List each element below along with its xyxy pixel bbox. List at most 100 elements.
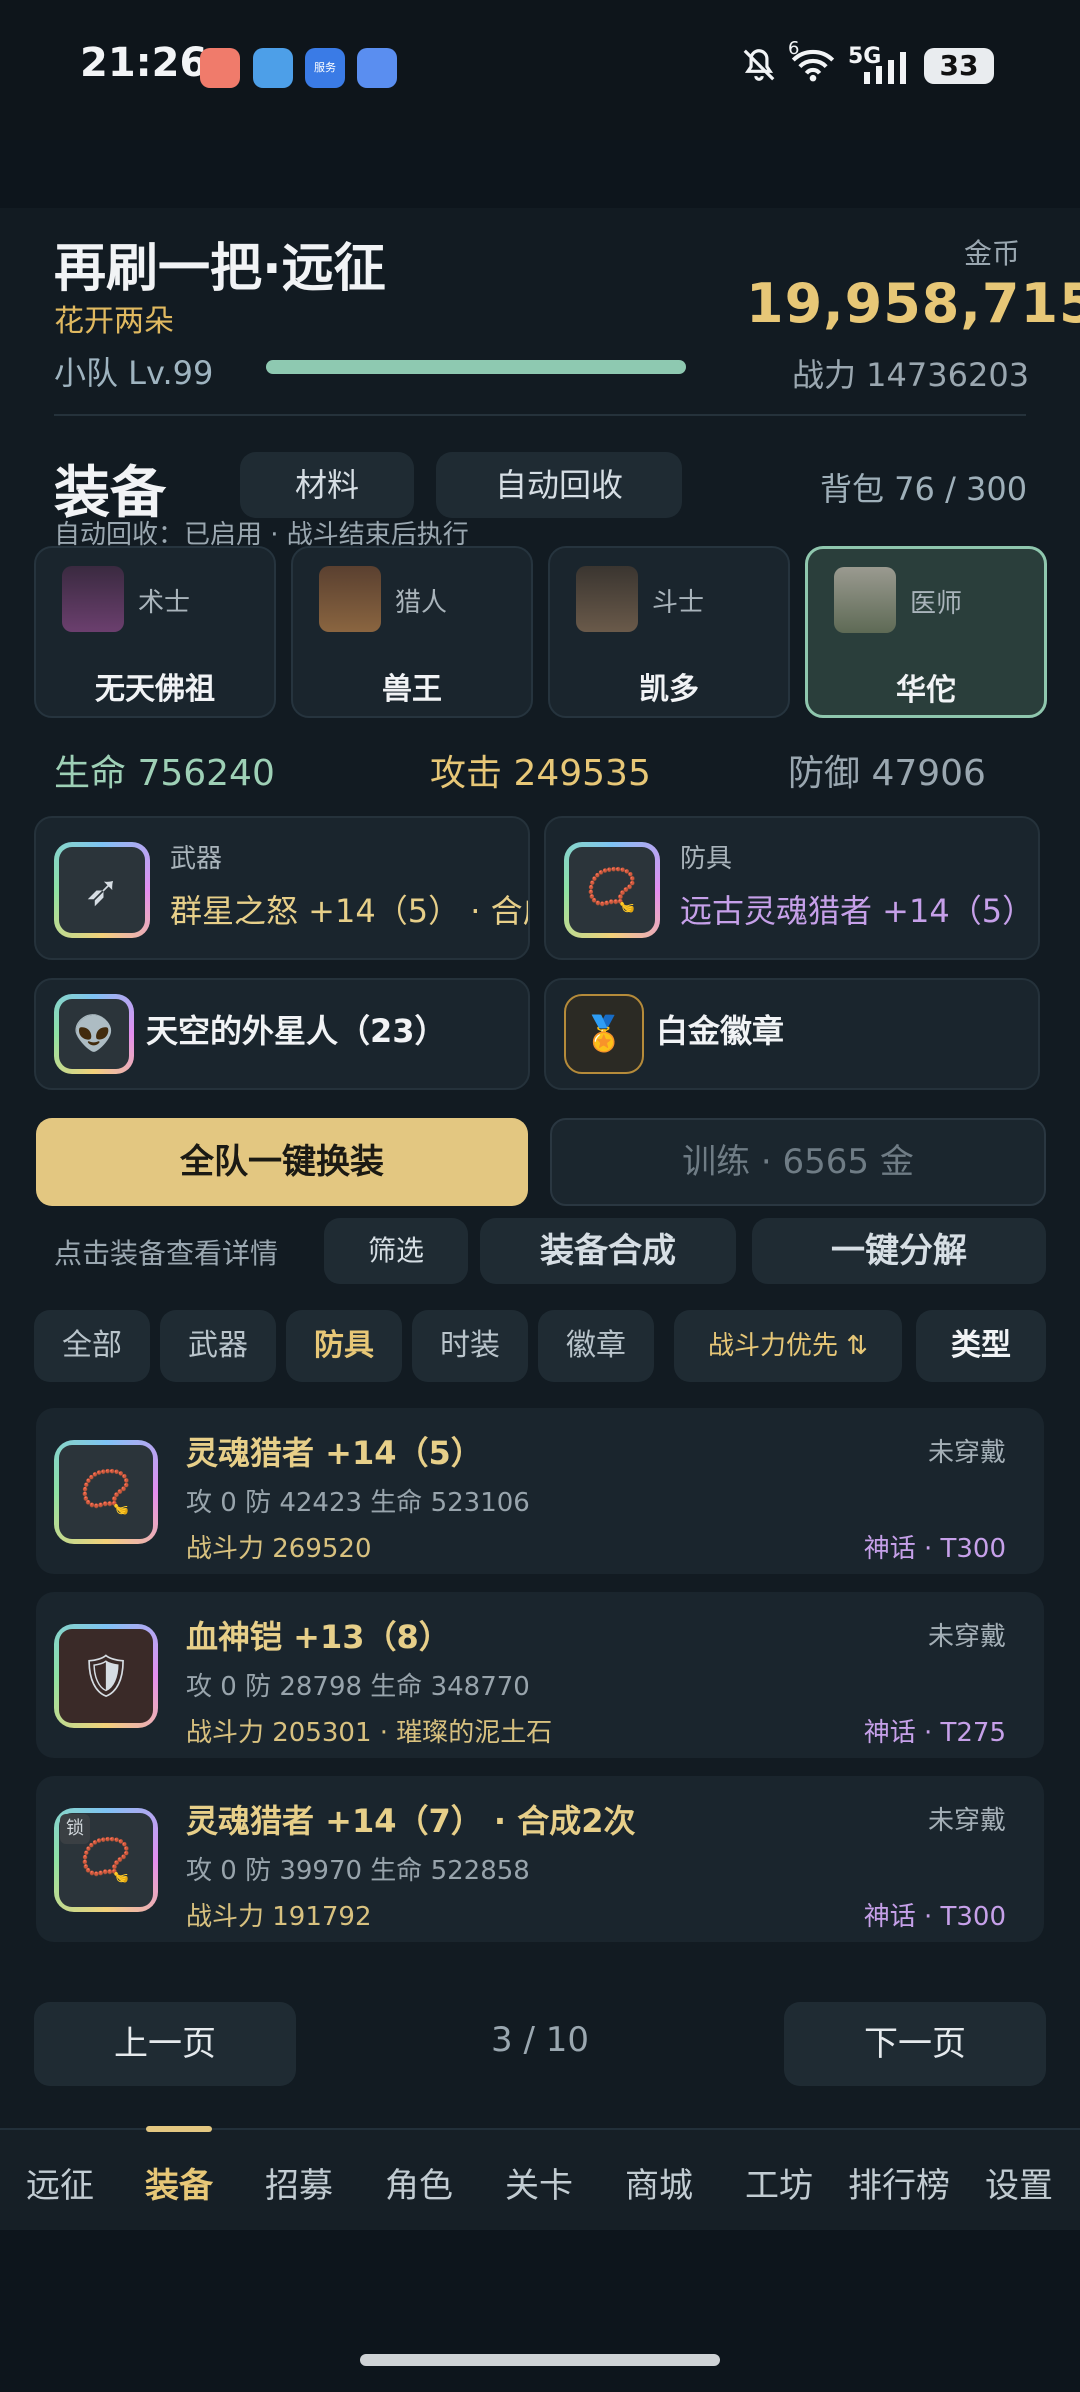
hero-card-2[interactable]: 猎人 兽王 [291, 546, 533, 718]
slot-armor[interactable]: 📿 防具 远古灵魂猎者 +14（5） [544, 816, 1040, 960]
chip-armor[interactable]: 防具 [286, 1310, 402, 1382]
xp-progress-bar [266, 360, 686, 374]
tab-materials[interactable]: 材料 [240, 452, 414, 518]
status-time: 21:26 [80, 40, 208, 86]
item-card[interactable]: 🛡 血神铠 +13（8） 攻 0 防 28798 生命 348770 战斗力 2… [36, 1592, 1044, 1758]
necklace-icon: 📿 [564, 842, 660, 938]
bag-capacity: 背包 76 / 300 [820, 470, 1028, 508]
chip-all[interactable]: 全部 [34, 1310, 150, 1382]
nav-recruit[interactable]: 招募 [239, 2158, 359, 2207]
slot-item-name: 天空的外星人（23） [146, 1012, 447, 1050]
nav-workshop[interactable]: 工坊 [719, 2158, 839, 2207]
item-name: 灵魂猎者 +14（7） · 合成2次 [186, 1802, 636, 1840]
gold-label: 金币 [964, 237, 1021, 270]
hero-name: 兽王 [382, 672, 442, 707]
slot-item-name: 白金徽章 [656, 1012, 785, 1050]
item-card[interactable]: 📿 灵魂猎者 +14（5） 攻 0 防 42423 生命 523106 战斗力 … [36, 1408, 1044, 1574]
armor-icon: 🛡 [54, 1624, 158, 1728]
battery-indicator: 33 [924, 48, 994, 84]
wifi-label: 6 [788, 38, 800, 59]
divider [54, 414, 1026, 416]
slot-badge[interactable]: 🏅 白金徽章 [544, 978, 1040, 1090]
chip-costume[interactable]: 时装 [412, 1310, 528, 1382]
nav-equipment[interactable]: 装备 [119, 2158, 239, 2207]
hero-name: 凯多 [639, 672, 699, 707]
chip-badge[interactable]: 徽章 [538, 1310, 654, 1382]
hero-card-1[interactable]: 术士 无天佛祖 [34, 546, 276, 718]
item-tier: 神话 · T275 [863, 1718, 1006, 1748]
mute-icon [740, 46, 778, 92]
weather-icon [253, 48, 293, 88]
hero-role: 术士 [138, 588, 191, 618]
nav-expedition[interactable]: 远征 [0, 2158, 120, 2207]
stat-attack: 攻击 249535 [430, 753, 651, 794]
item-status: 未穿戴 [927, 1622, 1006, 1652]
stat-defense: 防御 47906 [788, 753, 986, 794]
home-indicator[interactable] [360, 2354, 720, 2366]
item-stats: 攻 0 防 28798 生命 348770 [186, 1672, 530, 1702]
hero-name: 无天佛祖 [95, 672, 215, 707]
item-stats: 攻 0 防 42423 生命 523106 [186, 1488, 530, 1518]
equip-all-button[interactable]: 全队一键换装 [36, 1118, 528, 1206]
page-subtitle: 花开两朵 [54, 304, 174, 339]
item-card[interactable]: 📿 锁 灵魂猎者 +14（7） · 合成2次 攻 0 防 39970 生命 52… [36, 1776, 1044, 1942]
signal-icon [862, 52, 910, 92]
nav-settings[interactable]: 设置 [959, 2158, 1079, 2207]
item-name: 血神铠 +13（8） [186, 1618, 451, 1656]
team-level: 小队 Lv.99 [54, 354, 214, 392]
nav-stage[interactable]: 关卡 [479, 2158, 599, 2207]
train-button[interactable]: 训练 · 6565 金 [550, 1118, 1046, 1206]
nav-character[interactable]: 角色 [359, 2158, 479, 2207]
bow-icon: ➶ [54, 842, 150, 938]
item-power: 战斗力 205301 · 璀璨的泥土石 [186, 1718, 553, 1748]
chip-weapon[interactable]: 武器 [160, 1310, 276, 1382]
item-power: 战斗力 269520 [186, 1534, 372, 1564]
next-page-button[interactable]: 下一页 [784, 2002, 1046, 2086]
message-icon [357, 48, 397, 88]
sort-dropdown[interactable]: 战斗力优先 ⇅ [674, 1310, 902, 1382]
slot-weapon[interactable]: ➶ 武器 群星之怒 +14（5） · 合成 [34, 816, 530, 960]
slot-type: 武器 [170, 844, 223, 874]
medal-icon: 🏅 [564, 994, 644, 1074]
hero-avatar [576, 566, 638, 632]
slot-item-name: 群星之怒 +14（5） · 合成 [170, 892, 530, 930]
team-power: 战力 14736203 [792, 356, 1030, 394]
hero-avatar [834, 567, 896, 633]
nav-active-indicator [146, 2126, 212, 2132]
hero-name: 华佗 [896, 673, 956, 708]
stat-hp: 生命 756240 [54, 753, 275, 794]
item-status: 未穿戴 [927, 1806, 1006, 1836]
hero-card-3[interactable]: 斗士 凯多 [548, 546, 790, 718]
slot-type: 防具 [680, 844, 733, 874]
hero-avatar [319, 566, 381, 632]
filter-button[interactable]: 筛选 [324, 1218, 468, 1284]
item-power: 战斗力 191792 [186, 1902, 372, 1932]
hero-card-4[interactable]: 医师 华佗 [805, 546, 1047, 718]
hint-text: 点击装备查看详情 [54, 1237, 279, 1270]
craft-button[interactable]: 装备合成 [480, 1218, 736, 1284]
item-name: 灵魂猎者 +14（5） [186, 1434, 483, 1472]
nav-leaderboard[interactable]: 排行榜 [839, 2158, 959, 2207]
app-icon-1 [200, 48, 240, 88]
necklace-icon: 📿 [54, 1440, 158, 1544]
nav-shop[interactable]: 商城 [599, 2158, 719, 2207]
hero-avatar [62, 566, 124, 632]
slot-costume[interactable]: 👽 天空的外星人（23） [34, 978, 530, 1090]
page-indicator: 3 / 10 [491, 2020, 589, 2060]
lock-badge: 锁 [60, 1814, 90, 1844]
hero-role: 医师 [910, 589, 963, 619]
type-dropdown[interactable]: 类型 [916, 1310, 1046, 1382]
slot-item-name: 远古灵魂猎者 +14（5） [680, 892, 1035, 930]
item-status: 未穿戴 [927, 1438, 1006, 1468]
alien-icon: 👽 [54, 994, 134, 1074]
tab-auto-recycle[interactable]: 自动回收 [436, 452, 682, 518]
hero-role: 斗士 [652, 588, 705, 618]
item-tier: 神话 · T300 [863, 1902, 1006, 1932]
hero-role: 猎人 [395, 588, 448, 618]
disassemble-button[interactable]: 一键分解 [752, 1218, 1046, 1284]
page-title: 再刷一把·远征 [54, 239, 386, 299]
item-tier: 神话 · T300 [863, 1534, 1006, 1564]
item-stats: 攻 0 防 39970 生命 522858 [186, 1856, 530, 1886]
prev-page-button[interactable]: 上一页 [34, 2002, 296, 2086]
gold-amount: 19,958,715 [746, 272, 1080, 335]
